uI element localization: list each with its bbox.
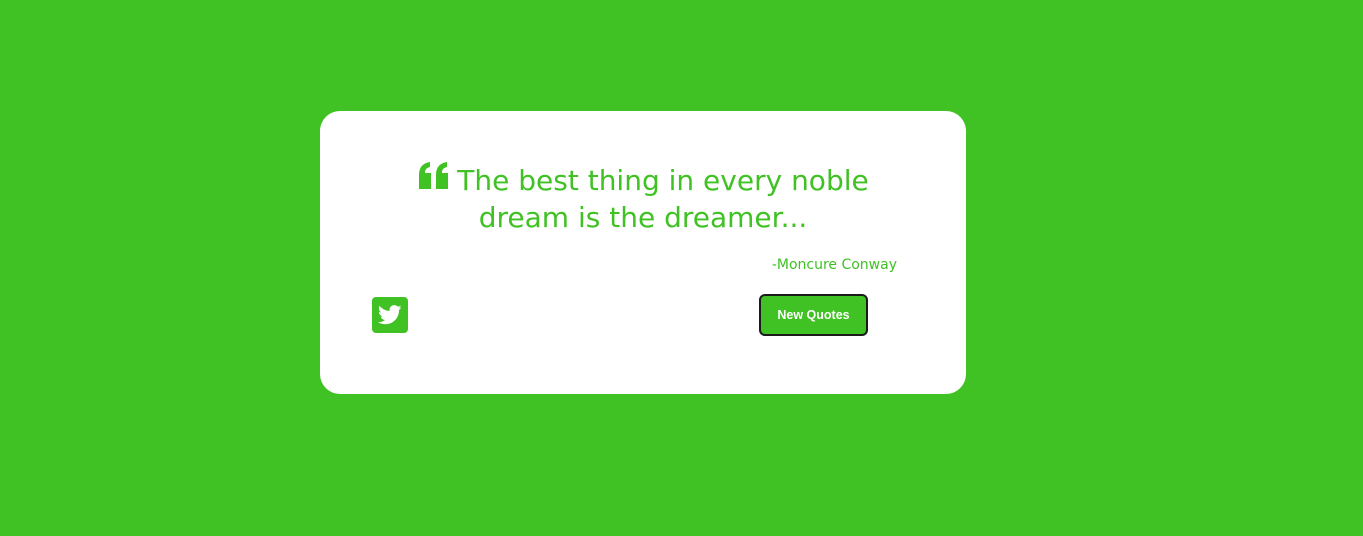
quote-text: The best thing in every noble dream is t… bbox=[457, 164, 869, 234]
new-quote-button[interactable]: New Quotes bbox=[759, 294, 868, 336]
quote-box: The best thing in every noble dream is t… bbox=[380, 161, 906, 236]
tweet-button[interactable] bbox=[372, 297, 408, 333]
quote-card: The best thing in every noble dream is t… bbox=[320, 111, 966, 394]
quote-author: -Moncure Conway bbox=[771, 257, 897, 273]
quote-left-icon bbox=[417, 161, 451, 191]
